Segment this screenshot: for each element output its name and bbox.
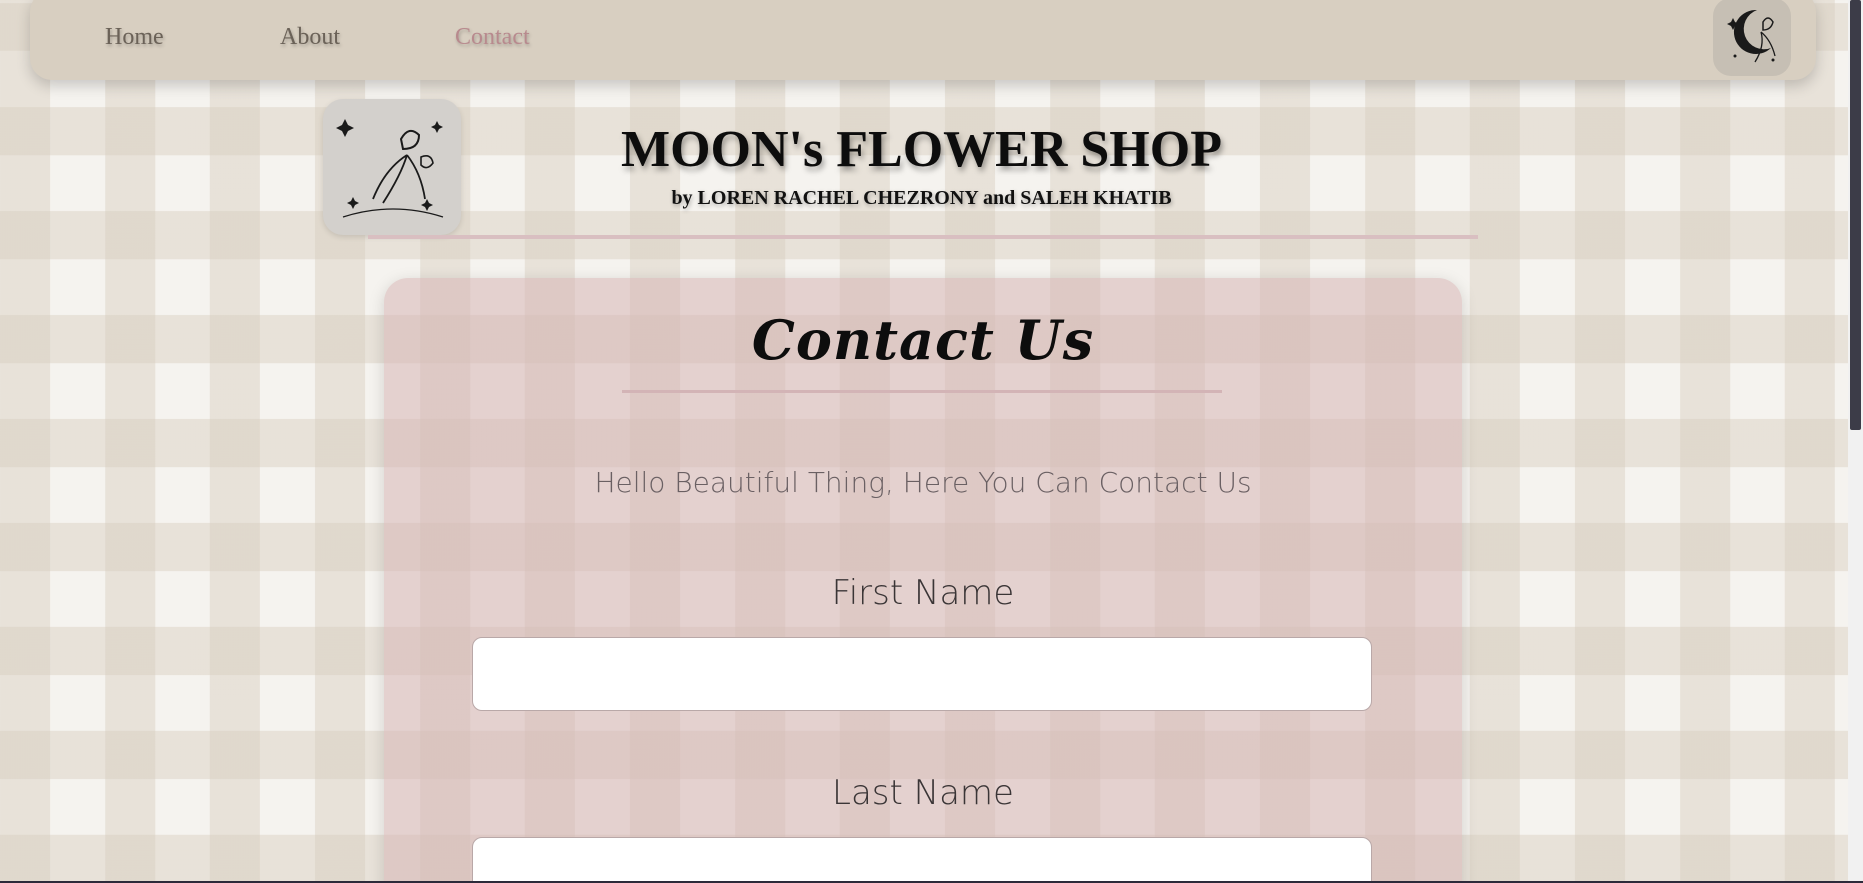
nav-link-about[interactable]: About: [280, 24, 340, 51]
last-name-label: Last Name: [832, 773, 1014, 813]
contact-intro: Hello Beautiful Thing, Here You Can Cont…: [594, 466, 1252, 499]
site-title: MOON's FLOWER SHOP: [621, 121, 1222, 178]
contact-card: Contact Us Hello Beautiful Thing, Here Y…: [384, 278, 1462, 883]
last-name-input[interactable]: [472, 837, 1372, 883]
contact-title: Contact Us: [751, 308, 1095, 372]
header-divider: [368, 235, 1478, 239]
first-name-input[interactable]: [472, 637, 1372, 711]
scrollbar-thumb[interactable]: [1850, 0, 1861, 430]
nav-link-home[interactable]: Home: [105, 24, 164, 51]
first-name-label: First Name: [831, 573, 1015, 613]
contact-divider: [622, 390, 1222, 393]
moon-flower-logo-icon[interactable]: [1713, 0, 1791, 76]
page-scrollbar[interactable]: [1848, 0, 1863, 883]
nav-link-contact[interactable]: Contact: [455, 24, 530, 51]
top-navbar: Home About Contact: [30, 0, 1816, 80]
site-subtitle: by LOREN RACHEL CHEZRONY and SALEH KHATI…: [671, 187, 1172, 209]
